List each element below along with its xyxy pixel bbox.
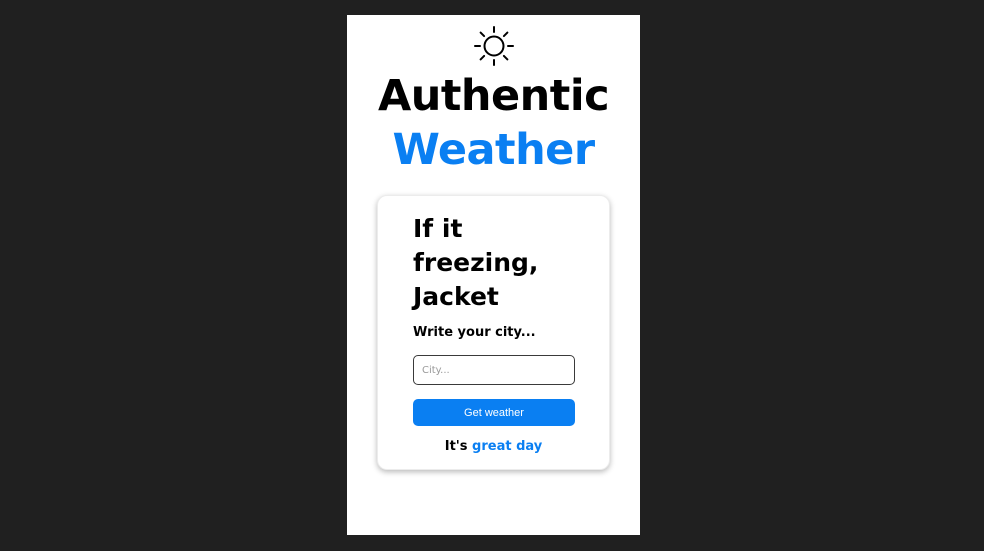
card-heading: If it freezing, Jacket: [413, 212, 593, 314]
status-highlight: great day: [472, 439, 543, 454]
weather-status: It's great day: [378, 439, 609, 454]
get-weather-button[interactable]: Get weather: [413, 399, 575, 426]
weather-card: If it freezing, Jacket Write your city..…: [377, 195, 610, 470]
city-prompt-label: Write your city...: [413, 325, 536, 340]
app-container: Authentic Weather If it freezing, Jacket…: [347, 15, 640, 535]
city-input[interactable]: [413, 355, 575, 385]
app-title-secondary: Weather: [392, 125, 595, 175]
app-title-primary: Authentic: [377, 71, 610, 121]
card-heading-line: freezing,: [413, 248, 539, 277]
status-prefix: It's: [444, 439, 473, 454]
card-heading-line: If it: [413, 214, 463, 243]
card-heading-line: Jacket: [413, 282, 499, 311]
sun-icon: [474, 26, 514, 66]
